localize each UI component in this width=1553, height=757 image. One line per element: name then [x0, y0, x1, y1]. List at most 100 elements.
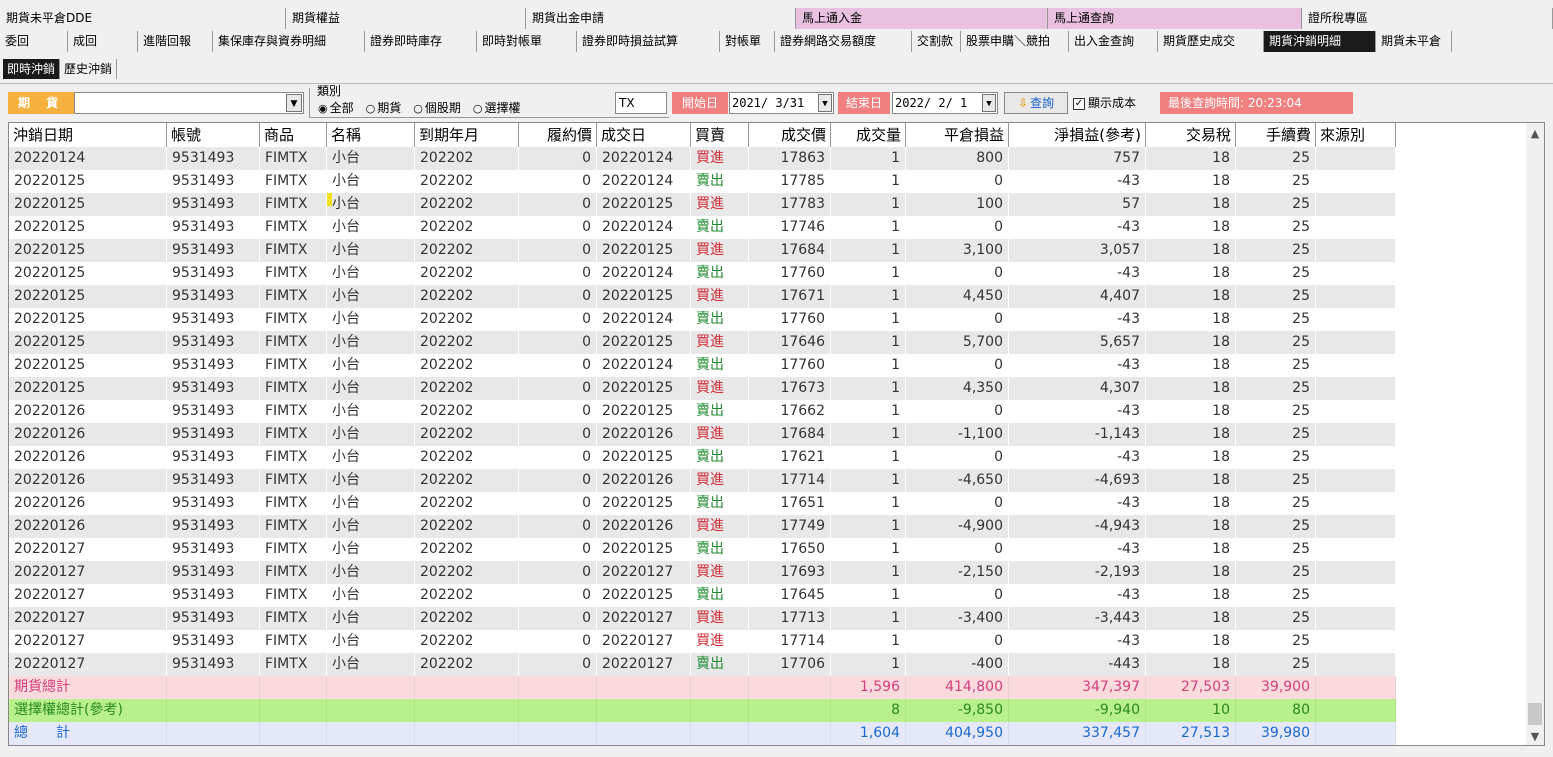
summary-cell: 80 [1236, 699, 1316, 722]
sub-tab-1[interactable]: 歷史沖銷 [60, 59, 118, 79]
main-tab-11[interactable]: 出入金查詢 [1069, 31, 1158, 52]
column-header[interactable]: 帳號 [167, 123, 260, 147]
table-cell: 202202 [415, 147, 519, 170]
table-row[interactable]: 20220125 9531493 FIMTX 小台 202202 0 20220124 賣出 1… [9, 354, 1396, 377]
table-cell: 0 [906, 308, 1009, 331]
column-header[interactable]: 名稱 [327, 123, 415, 147]
scroll-up-icon[interactable]: ▲ [1526, 127, 1544, 140]
table-cell: 小台 [327, 193, 415, 216]
column-header[interactable]: 成交量 [831, 123, 906, 147]
end-date-picker[interactable]: 2022/ 2/ 1 ▼ [892, 92, 998, 114]
column-header[interactable]: 沖銷日期 [9, 123, 167, 147]
column-header[interactable]: 平倉損益 [906, 123, 1009, 147]
table-row[interactable]: 20220126 9531493 FIMTX 小台 202202 0 20220126 買進 1… [9, 423, 1396, 446]
table-cell: 0 [906, 262, 1009, 285]
top-tab-1[interactable]: 期貨權益 [286, 8, 526, 29]
main-tab-4[interactable]: 證券即時庫存 [365, 31, 477, 52]
main-tab-3[interactable]: 集保庫存與資券明細 [213, 31, 365, 52]
column-header[interactable]: 到期年月 [415, 123, 519, 147]
category-radio-2[interactable]: ○ 個股期 [413, 101, 461, 116]
table-row[interactable]: 20220127 9531493 FIMTX 小台 202202 0 20220127 買進 1… [9, 630, 1396, 653]
main-tab-8[interactable]: 證券網路交易額度 [775, 31, 912, 52]
column-header[interactable]: 成交價 [749, 123, 831, 147]
main-tab-0[interactable]: 委回 [0, 31, 68, 52]
product-input[interactable]: TX [615, 92, 667, 114]
table-row[interactable]: 20220126 9531493 FIMTX 小台 202202 0 20220125 賣出 1… [9, 446, 1396, 469]
table-row[interactable]: 20220125 9531493 FIMTX 小台 202202 0 20220124 賣出 1… [9, 308, 1396, 331]
main-tab-9[interactable]: 交割款 [912, 31, 961, 52]
sub-tab-0[interactable]: 即時沖銷 [3, 59, 61, 79]
category-title: 類別 [316, 84, 343, 98]
summary-cell: 27,503 [1146, 676, 1236, 699]
column-header[interactable]: 履約價 [519, 123, 597, 147]
table-cell: 17713 [749, 607, 831, 630]
query-button[interactable]: ⇩ 查詢 [1004, 92, 1068, 114]
category-radio-0[interactable]: ◉ 全部 [318, 101, 354, 116]
show-cost-checkbox[interactable]: ✓ 顯示成本 [1073, 92, 1136, 114]
main-tab-7[interactable]: 對帳單 [720, 31, 775, 52]
table-row[interactable]: 20220125 9531493 FIMTX 小台 202202 0 20220125 買進 1… [9, 285, 1396, 308]
top-tab-0[interactable]: 期貨未平倉DDE [0, 8, 286, 29]
scroll-thumb[interactable] [1528, 703, 1542, 725]
table-row[interactable]: 20220127 9531493 FIMTX 小台 202202 0 20220125 賣出 1… [9, 538, 1396, 561]
top-tab-3[interactable]: 馬上通入金 [796, 8, 1048, 29]
column-header[interactable]: 淨損益(參考) [1009, 123, 1146, 147]
table-cell: 1 [831, 354, 906, 377]
vertical-scrollbar[interactable]: ▲ ▼ [1526, 123, 1544, 745]
table-cell: -3,400 [906, 607, 1009, 630]
column-header[interactable]: 來源別 [1316, 123, 1396, 147]
main-tab-1[interactable]: 成回 [68, 31, 138, 52]
column-header[interactable]: 交易稅 [1146, 123, 1236, 147]
table-row[interactable]: 20220127 9531493 FIMTX 小台 202202 0 20220127 賣出 1… [9, 653, 1396, 676]
main-tab-5[interactable]: 即時對帳單 [477, 31, 577, 52]
chevron-down-icon[interactable]: ▼ [982, 94, 996, 112]
table-cell: 17646 [749, 331, 831, 354]
column-header[interactable]: 成交日 [597, 123, 691, 147]
table-cell: 25 [1236, 147, 1316, 170]
main-tab-6[interactable]: 證券即時損益試算 [577, 31, 720, 52]
table-row[interactable]: 20220125 9531493 FIMTX 小台 202202 0 20220125 買進 1… [9, 377, 1396, 400]
table-row[interactable]: 20220125 9531493 FIMTX 小台 202202 0 20220125 買進 1… [9, 239, 1396, 262]
table-cell: 小台 [327, 239, 415, 262]
category-radio-3[interactable]: ○ 選擇權 [473, 101, 521, 116]
table-cell: 0 [519, 492, 597, 515]
column-header[interactable]: 買賣 [691, 123, 749, 147]
scroll-down-icon[interactable]: ▼ [1526, 730, 1544, 743]
main-tab-12[interactable]: 期貨歷史成交 [1158, 31, 1264, 52]
main-tab-13[interactable]: 期貨沖銷明細 [1264, 31, 1376, 52]
table-row[interactable]: 20220125 9531493 FIMTX 小台 202202 0 20220125 買進 1… [9, 331, 1396, 354]
table-cell: 0 [519, 377, 597, 400]
top-tab-2[interactable]: 期貨出金申請 [526, 8, 796, 29]
table-row[interactable]: 20220125 9531493 FIMTX 小台 202202 0 20220124 賣出 1… [9, 216, 1396, 239]
table-cell: 0 [906, 630, 1009, 653]
top-tab-5[interactable]: 證所稅專區 [1302, 8, 1553, 29]
main-tab-10[interactable]: 股票申購＼競拍 [961, 31, 1069, 52]
table-row[interactable]: 20220127 9531493 FIMTX 小台 202202 0 20220127 買進 1… [9, 561, 1396, 584]
table-cell: 0 [519, 423, 597, 446]
table-row[interactable]: 20220126 9531493 FIMTX 小台 202202 0 20220126 買進 1… [9, 515, 1396, 538]
table-row[interactable]: 20220124 9531493 FIMTX 小台 202202 0 20220124 買進 1… [9, 147, 1396, 170]
table-row[interactable]: 20220127 9531493 FIMTX 小台 202202 0 20220125 賣出 1… [9, 584, 1396, 607]
table-row[interactable]: 20220125 9531493 FIMTX 小台 202202 0 20220124 賣出 1… [9, 262, 1396, 285]
table-row[interactable]: 20220126 9531493 FIMTX 小台 202202 0 20220125 賣出 1… [9, 400, 1396, 423]
category-radio-1[interactable]: ○ 期貨 [366, 101, 402, 116]
table-cell: 20220125 [9, 354, 167, 377]
summary-cell: 404,950 [906, 722, 1009, 745]
column-header[interactable]: 手續費 [1236, 123, 1316, 147]
start-date-picker[interactable]: 2021/ 3/31 ▼ [729, 92, 834, 114]
account-select[interactable]: ▼ [74, 92, 304, 114]
chevron-down-icon[interactable]: ▼ [286, 94, 302, 112]
table-row[interactable]: 20220126 9531493 FIMTX 小台 202202 0 20220126 買進 1… [9, 469, 1396, 492]
table-row[interactable]: 20220127 9531493 FIMTX 小台 202202 0 20220127 買進 1… [9, 607, 1396, 630]
column-header[interactable]: 商品 [260, 123, 327, 147]
chevron-down-icon[interactable]: ▼ [818, 94, 832, 112]
table-cell: FIMTX [260, 584, 327, 607]
show-cost-label: 顯示成本 [1088, 96, 1137, 110]
main-tab-14[interactable]: 期貨未平倉 [1376, 31, 1452, 52]
table-row[interactable]: 20220126 9531493 FIMTX 小台 202202 0 20220125 賣出 1… [9, 492, 1396, 515]
summary-cell: 27,513 [1146, 722, 1236, 745]
top-tab-4[interactable]: 馬上通查詢 [1048, 8, 1302, 29]
table-row[interactable]: 20220125 9531493 FIMTX 小台 202202 0 20220124 賣出 1… [9, 170, 1396, 193]
main-tab-2[interactable]: 進階回報 [138, 31, 213, 52]
table-row[interactable]: 20220125 9531493 FIMTX 小台 202202 0 20220125 買進 1… [9, 193, 1396, 216]
